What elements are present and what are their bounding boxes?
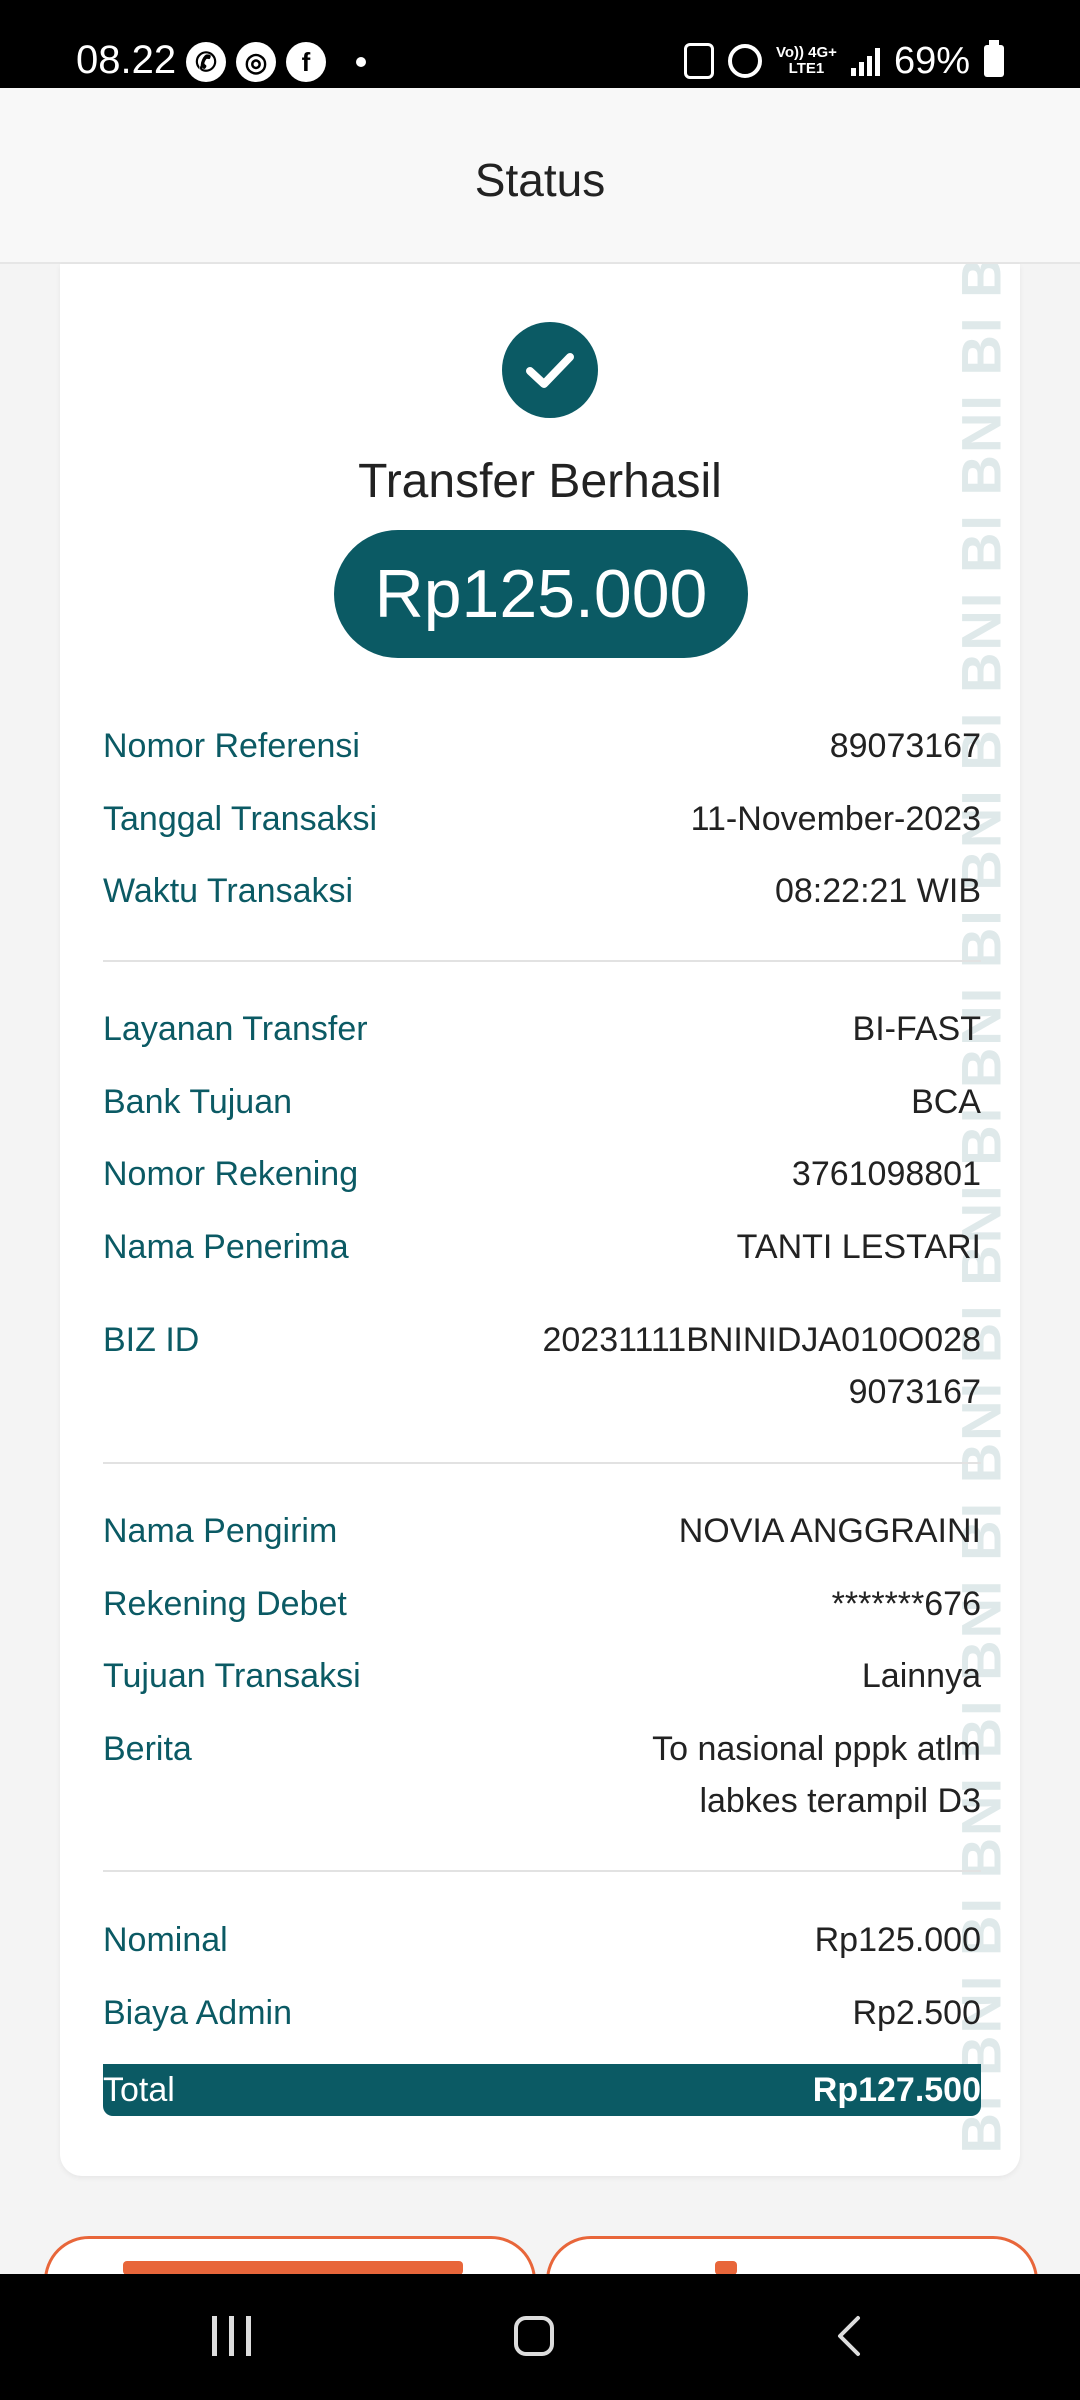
transfer-amount: Rp125.000: [334, 530, 748, 658]
signal-icon: [850, 46, 880, 76]
status-time: 08.22: [76, 38, 177, 82]
network-indicator: Vo)) 4G+ LTE1: [776, 45, 837, 77]
page-title: Status: [474, 154, 606, 206]
row-berita: Berita To nasional pppk atlm labkes tera…: [103, 1723, 981, 1827]
network-line1: Vo)) 4G+: [775, 44, 837, 61]
label-nama-pengirim: Nama Pengirim: [103, 1512, 338, 1550]
label-biaya-admin: Biaya Admin: [103, 1994, 292, 2032]
row-biz-id: BIZ ID 20231111BNINIDJA010O028 9073167: [103, 1314, 981, 1418]
value-berita: To nasional pppk atlm labkes terampil D3: [652, 1723, 981, 1827]
value-tujuan-transaksi: Lainnya: [861, 1657, 981, 1695]
transfer-status-title: Transfer Berhasil: [358, 455, 722, 508]
home-icon[interactable]: [514, 2316, 554, 2356]
value-total: Rp127.500: [812, 2071, 981, 2109]
label-tanggal-transaksi: Tanggal Transaksi: [103, 800, 378, 838]
value-nomor-referensi: 89073167: [829, 727, 981, 765]
back-icon[interactable]: [828, 2314, 872, 2358]
label-rekening-debet: Rekening Debet: [103, 1585, 347, 1623]
alarm-icon: [727, 44, 762, 78]
receipt-card: BNI BI BNI BI BNI BI BNI BI BNI BI BNI B…: [60, 264, 1020, 2176]
label-berita: Berita: [103, 1730, 192, 1768]
network-line2: LTE1: [788, 60, 825, 77]
label-nomor-rekening: Nomor Rekening: [103, 1155, 359, 1193]
value-nama-penerima: TANTI LESTARI: [736, 1228, 981, 1266]
value-waktu-transaksi: 08:22:21 WIB: [774, 872, 981, 910]
value-nominal: Rp125.000: [814, 1921, 981, 1959]
value-biz-id-line1: 20231111BNINIDJA010O028: [542, 1321, 981, 1359]
value-layanan-transfer: BI-FAST: [852, 1010, 981, 1048]
system-icons: Vo)) 4G+ LTE1 69%: [683, 36, 1004, 86]
value-berita-line2: labkes terampil D3: [699, 1782, 981, 1820]
value-nomor-rekening: 3761098801: [791, 1155, 981, 1193]
value-nama-pengirim: NOVIA ANGGRAINI: [678, 1512, 981, 1550]
notification-icons: ✆ ◎ f: [186, 40, 366, 84]
value-tanggal-transaksi: 11-November-2023: [690, 800, 981, 838]
recents-icon[interactable]: [212, 2316, 251, 2356]
chrome-icon: ◎: [236, 42, 276, 82]
value-biaya-admin: Rp2.500: [852, 1994, 981, 2032]
battery-saver-icon: [683, 43, 714, 79]
label-waktu-transaksi: Waktu Transaksi: [103, 872, 354, 910]
label-total: Total: [103, 2071, 175, 2109]
label-tujuan-transaksi: Tujuan Transaksi: [103, 1657, 361, 1695]
value-bank-tujuan: BCA: [911, 1083, 981, 1121]
label-layanan-transfer: Layanan Transfer: [103, 1010, 368, 1048]
label-biz-id: BIZ ID: [103, 1321, 200, 1359]
left-button-label-partial: [123, 2261, 463, 2275]
right-button-label-partial: [715, 2261, 737, 2275]
whatsapp-icon: ✆: [186, 42, 226, 82]
facebook-icon: f: [286, 42, 326, 82]
value-berita-line1: To nasional pppk atlm: [652, 1730, 981, 1768]
success-check-icon: [502, 322, 598, 418]
divider: [103, 960, 981, 962]
label-nominal: Nominal: [103, 1921, 228, 1959]
battery-icon: [984, 40, 1004, 77]
value-rekening-debet: *******676: [831, 1585, 981, 1623]
system-nav-bar: [0, 2274, 1080, 2400]
app-header: Status: [0, 88, 1080, 264]
label-nomor-referensi: Nomor Referensi: [103, 727, 360, 765]
status-bar: 08.22 ✆ ◎ f Vo)) 4G+ LTE1 69%: [0, 0, 1080, 88]
divider: [103, 1870, 981, 1872]
divider: [103, 1462, 981, 1464]
label-bank-tujuan: Bank Tujuan: [103, 1083, 293, 1121]
value-biz-id: 20231111BNINIDJA010O028 9073167: [542, 1314, 981, 1418]
value-biz-id-line2: 9073167: [848, 1373, 981, 1411]
more-notifications-dot-icon: [356, 57, 366, 67]
watermark-text: BNI BI BNI BI BNI BI BNI BI BNI BI BNI B…: [949, 264, 1013, 2176]
row-total: Total Rp127.500: [103, 2064, 981, 2116]
label-nama-penerima: Nama Penerima: [103, 1228, 349, 1266]
battery-percent: 69%: [893, 39, 970, 82]
